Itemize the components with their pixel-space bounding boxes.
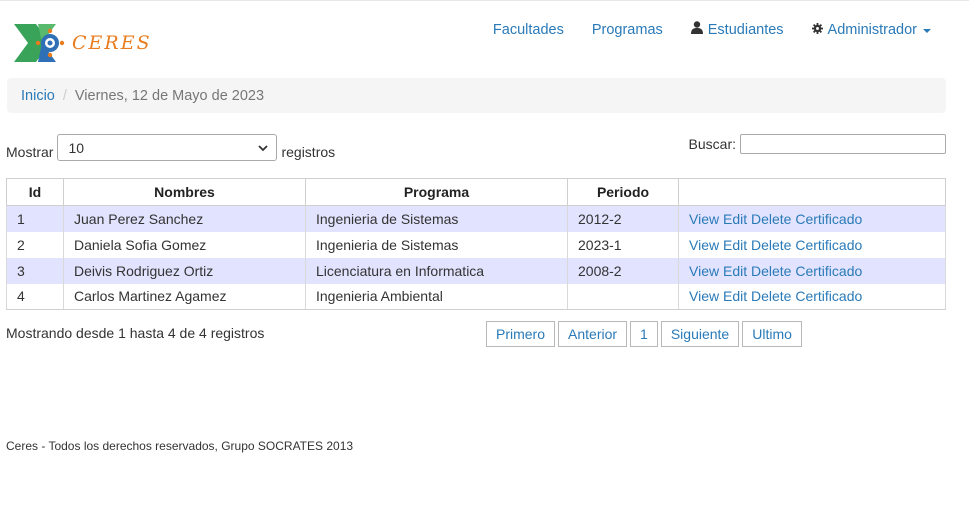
nav-programas-label: Programas: [591, 21, 663, 38]
column-header-programa[interactable]: Programa: [305, 178, 568, 206]
edit-link[interactable]: Edit: [723, 237, 747, 253]
delete-link[interactable]: Delete: [751, 237, 791, 253]
ceres-logo[interactable]: CERES: [14, 22, 150, 64]
first-page-button[interactable]: Primero: [486, 321, 556, 347]
cell-actions: View Edit Delete Certificado: [678, 231, 946, 258]
page-length-value: 10: [68, 139, 85, 156]
navbar: CERES Facultades Programas Estudiantes A…: [0, 1, 969, 73]
search-input[interactable]: [740, 134, 946, 154]
view-link[interactable]: View: [689, 288, 719, 304]
cell-actions: View Edit Delete Certificado: [678, 205, 946, 232]
cell-id: 3: [6, 257, 64, 284]
logo-mark-icon: [14, 24, 65, 62]
view-link[interactable]: View: [689, 237, 719, 253]
user-icon: [690, 21, 703, 38]
cell-programa: Ingenieria de Sistemas: [305, 231, 568, 258]
brand-name: CERES: [72, 32, 152, 54]
nav-estudiantes-label: Estudiantes: [707, 21, 784, 38]
table-header-row: Id Nombres Programa Periodo: [6, 178, 946, 206]
cell-actions: View Edit Delete Certificado: [678, 257, 946, 284]
nav-programas[interactable]: Programas: [592, 22, 663, 38]
delete-link[interactable]: Delete: [751, 211, 791, 227]
gear-icon: [811, 22, 823, 38]
cell-programa: Ingenieria de Sistemas: [305, 205, 568, 232]
students-table: Id Nombres Programa Periodo 1 Juan Perez…: [6, 178, 946, 310]
certificado-link[interactable]: Certificado: [795, 288, 862, 304]
cell-id: 1: [6, 205, 64, 232]
column-header-actions: [678, 178, 946, 206]
table-row: 4 Carlos Martinez Agamez Ingenieria Ambi…: [6, 283, 946, 310]
nav-menu: Facultades Programas Estudiantes Adminis…: [493, 21, 931, 38]
cell-periodo: 2023-1: [567, 231, 679, 258]
cell-nombres: Carlos Martinez Agamez: [63, 283, 306, 310]
breadcrumb: Inicio / Viernes, 12 de Mayo de 2023: [7, 78, 946, 113]
edit-link[interactable]: Edit: [723, 288, 747, 304]
caret-down-icon: [923, 28, 931, 33]
show-label: Mostrar: [6, 143, 54, 160]
footer-copyright: Ceres - Todos los derechos reservados, G…: [6, 439, 354, 453]
edit-link[interactable]: Edit: [723, 263, 747, 279]
table-row: 2 Daniela Sofia Gomez Ingenieria de Sist…: [6, 231, 946, 258]
cell-programa: Licenciatura en Informatica: [305, 257, 568, 284]
view-link[interactable]: View: [689, 211, 719, 227]
nav-administrador-label: Administrador: [827, 21, 917, 38]
certificado-link[interactable]: Certificado: [795, 263, 862, 279]
nav-facultades[interactable]: Facultades: [493, 22, 564, 38]
column-header-nombres[interactable]: Nombres: [63, 178, 306, 206]
edit-link[interactable]: Edit: [723, 211, 747, 227]
pagination: Primero Anterior 1 Siguiente Ultimo: [486, 321, 805, 347]
column-header-id[interactable]: Id: [6, 178, 64, 206]
certificado-link[interactable]: Certificado: [795, 211, 862, 227]
table-row: 3 Deivis Rodriguez Ortiz Licenciatura en…: [6, 257, 946, 284]
cell-id: 2: [6, 231, 64, 258]
search-control: Buscar:: [689, 134, 946, 154]
cell-actions: View Edit Delete Certificado: [678, 283, 946, 310]
search-label: Buscar:: [688, 136, 736, 152]
delete-link[interactable]: Delete: [751, 263, 791, 279]
last-page-button[interactable]: Ultimo: [742, 321, 802, 347]
table-row: 1 Juan Perez Sanchez Ingenieria de Siste…: [6, 205, 946, 232]
column-header-periodo[interactable]: Periodo: [567, 178, 679, 206]
next-page-button[interactable]: Siguiente: [660, 321, 740, 347]
nav-administrador-dropdown[interactable]: Administrador: [811, 21, 931, 38]
cell-nombres: Juan Perez Sanchez: [63, 205, 306, 232]
view-link[interactable]: View: [689, 263, 719, 279]
cell-periodo: [567, 283, 679, 310]
previous-page-button[interactable]: Anterior: [558, 321, 628, 347]
page-length-select[interactable]: 10: [57, 134, 278, 161]
table-info: Mostrando desde 1 hasta 4 de 4 registros: [6, 325, 265, 341]
certificado-link[interactable]: Certificado: [795, 237, 862, 253]
delete-link[interactable]: Delete: [751, 288, 791, 304]
nav-facultades-label: Facultades: [492, 21, 564, 38]
breadcrumb-separator: /: [62, 87, 67, 104]
cell-nombres: Deivis Rodriguez Ortiz: [63, 257, 306, 284]
cell-nombres: Daniela Sofia Gomez: [63, 231, 306, 258]
page-length-control: Mostrar 10 registros: [6, 134, 335, 161]
breadcrumb-current-date: Viernes, 12 de Mayo de 2023: [74, 87, 265, 104]
nav-estudiantes[interactable]: Estudiantes: [690, 21, 784, 38]
page-number-button[interactable]: 1: [630, 321, 658, 347]
cell-periodo: 2008-2: [567, 257, 679, 284]
cell-programa: Ingenieria Ambiental: [305, 283, 568, 310]
chevron-down-icon: [257, 141, 269, 157]
cell-id: 4: [6, 283, 64, 310]
breadcrumb-home-link[interactable]: Inicio: [21, 88, 55, 104]
cell-periodo: 2012-2: [567, 205, 679, 232]
records-label: registros: [281, 143, 336, 160]
